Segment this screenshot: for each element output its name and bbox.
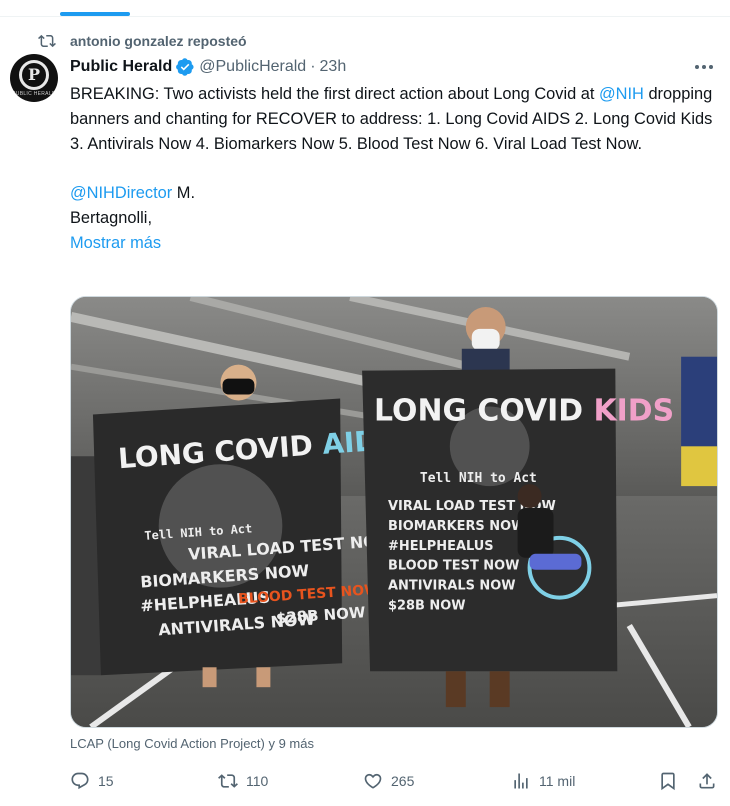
photo-illustration: LONG COVID AIDS Tell NIH to Act VIRAL LO… xyxy=(71,297,717,727)
action-bar: 15 110 265 11 mil xyxy=(70,768,720,794)
tweet-photo[interactable]: LONG COVID AIDS Tell NIH to Act VIRAL LO… xyxy=(70,296,718,728)
reply-count: 15 xyxy=(98,773,114,789)
tweet-header: Public Herald @PublicHerald · 23h xyxy=(70,56,346,78)
repost-icon xyxy=(218,774,238,788)
analytics-icon xyxy=(514,773,528,789)
more-options-icon[interactable] xyxy=(692,56,716,78)
tweet-paragraph-3: Bertagnolli, xyxy=(70,208,153,227)
avatar-logo: P xyxy=(19,59,49,90)
author-handle[interactable]: @PublicHerald xyxy=(199,58,306,76)
bookmark-icon xyxy=(661,772,675,791)
repost-count: 110 xyxy=(246,773,269,789)
repost-button[interactable]: 110 xyxy=(218,771,268,791)
share-icon xyxy=(699,773,715,789)
heart-icon xyxy=(364,773,382,789)
svg-text:LONG COVID KIDS: LONG COVID KIDS xyxy=(374,393,674,428)
avatar[interactable]: P PUBLIC HERALD xyxy=(10,54,58,102)
banner-right-title-accent: KIDS xyxy=(593,393,674,428)
repost-context[interactable]: antonio gonzalez reposteó xyxy=(38,30,247,52)
mention-link-nihdirector[interactable]: @NIHDirector xyxy=(70,184,172,202)
photo-tags[interactable]: LCAP (Long Covid Action Project) y 9 más xyxy=(70,736,314,751)
mention-link-nih[interactable]: @NIH xyxy=(599,85,644,103)
banner-right-line1: Tell NIH to Act xyxy=(420,471,537,486)
reply-icon xyxy=(71,772,89,790)
tweet-text: BREAKING: Two activists held the first d… xyxy=(70,82,720,256)
separator-dot: · xyxy=(310,58,316,75)
share-button[interactable] xyxy=(697,771,717,791)
banner-right-line6: ANTIVIRALS NOW xyxy=(388,579,516,594)
tweet-paragraph-1: BREAKING: Two activists held the first d… xyxy=(70,82,720,156)
author-name[interactable]: Public Herald xyxy=(70,58,172,76)
verified-badge-icon[interactable] xyxy=(175,57,195,77)
views-count: 11 mil xyxy=(539,773,576,789)
timestamp[interactable]: 23h xyxy=(320,58,347,76)
repost-icon xyxy=(38,34,56,48)
bookmark-button[interactable] xyxy=(658,771,678,791)
tweet-text-part: BREAKING: Two activists held the first d… xyxy=(70,85,600,103)
banner-right-line4: #HELPHEALUS xyxy=(388,539,494,554)
tweet-paragraph-2: @NIHDirector M. xyxy=(70,181,720,206)
banner-right-title: LONG COVID xyxy=(374,393,583,428)
views-button[interactable]: 11 mil xyxy=(511,771,575,791)
avatar-caption: PUBLIC HERALD xyxy=(12,90,56,97)
show-more-link[interactable]: Mostrar más xyxy=(70,231,720,256)
repost-text: antonio gonzalez reposteó xyxy=(70,33,247,49)
divider xyxy=(0,16,730,17)
like-count: 265 xyxy=(391,773,415,789)
tweet-text-part: M. xyxy=(172,184,196,203)
banner-right-line3: BIOMARKERS NOW xyxy=(388,519,525,534)
banner-right-line7: $28B NOW xyxy=(388,599,466,614)
banner-right-line5: BLOOD TEST NOW xyxy=(388,559,519,574)
like-button[interactable]: 265 xyxy=(363,771,414,791)
reply-button[interactable]: 15 xyxy=(70,771,114,791)
